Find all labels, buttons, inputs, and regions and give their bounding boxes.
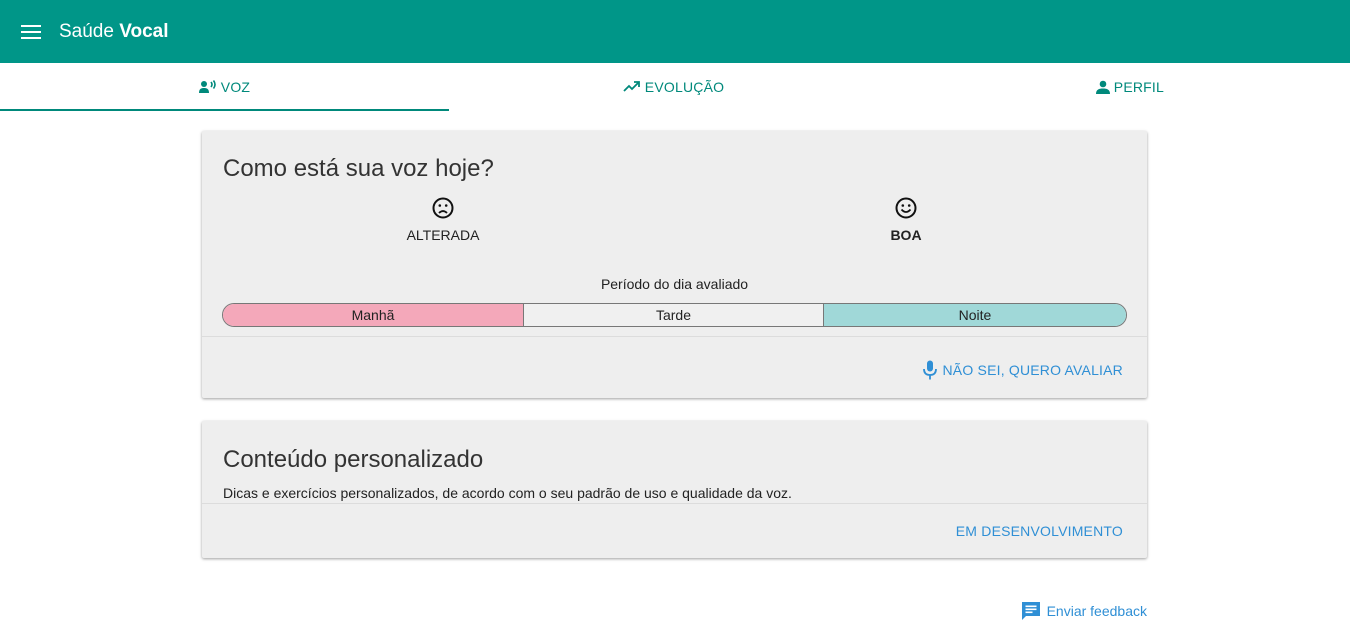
trending-icon <box>623 81 640 92</box>
period-manha[interactable]: Manhã <box>223 304 524 326</box>
card-divider <box>202 503 1147 504</box>
content-card-title: Conteúdo personalizado <box>223 446 484 473</box>
tab-evolucao-label: EVOLUÇÃO <box>644 79 725 95</box>
happy-face-icon <box>895 197 917 219</box>
period-tarde[interactable]: Tarde <box>524 304 824 326</box>
tab-evolucao[interactable]: EVOLUÇÃO <box>449 63 898 111</box>
tab-bar: VOZ EVOLUÇÃO PERFIL <box>0 63 1350 111</box>
app-title-part2: Vocal <box>119 20 169 42</box>
voice-option-boa-label: BOA <box>890 227 922 243</box>
period-label: Período do dia avaliado <box>600 276 749 292</box>
period-selector: Manhã Tarde Noite <box>222 303 1127 327</box>
personalized-content-card: Conteúdo personalizado Dicas e exercício… <box>202 421 1147 558</box>
sad-face-icon <box>432 197 454 219</box>
menu-button[interactable] <box>0 0 62 63</box>
tab-voz[interactable]: VOZ <box>0 63 449 111</box>
voice-option-alterada-label: ALTERADA <box>406 227 480 243</box>
app-title-part1: Saúde <box>59 20 114 42</box>
card-divider <box>202 336 1147 337</box>
send-feedback-label: Enviar feedback <box>1046 603 1147 619</box>
tab-voz-label: VOZ <box>220 79 251 95</box>
tab-perfil[interactable]: PERFIL <box>898 63 1350 111</box>
app-title: Saúde Vocal <box>59 21 169 43</box>
period-noite[interactable]: Noite <box>824 304 1126 326</box>
app-bar: Saúde Vocal <box>0 0 1350 63</box>
microphone-icon <box>922 360 937 380</box>
voice-card-title: Como está sua voz hoje? <box>223 155 494 182</box>
voice-status-card: Como está sua voz hoje? ALTERADA BOA Per… <box>202 131 1147 398</box>
voice-option-boa[interactable]: BOA <box>846 197 966 243</box>
content-card-description: Dicas e exercícios personalizados, de ac… <box>223 485 792 501</box>
evaluate-voice-button[interactable]: NÃO SEI, QUERO AVALIAR <box>922 360 1124 380</box>
hamburger-menu-icon <box>21 24 41 39</box>
voice-option-alterada[interactable]: ALTERADA <box>383 197 503 243</box>
send-feedback-link[interactable]: Enviar feedback <box>1021 601 1147 621</box>
in-development-button[interactable]: EM DESENVOLVIMENTO <box>956 523 1123 539</box>
voice-icon <box>198 80 216 93</box>
person-icon <box>1095 80 1110 94</box>
evaluate-voice-label: NÃO SEI, QUERO AVALIAR <box>942 362 1123 378</box>
feedback-icon <box>1021 602 1040 620</box>
in-development-label: EM DESENVOLVIMENTO <box>955 523 1123 539</box>
tab-perfil-label: PERFIL <box>1113 79 1164 95</box>
